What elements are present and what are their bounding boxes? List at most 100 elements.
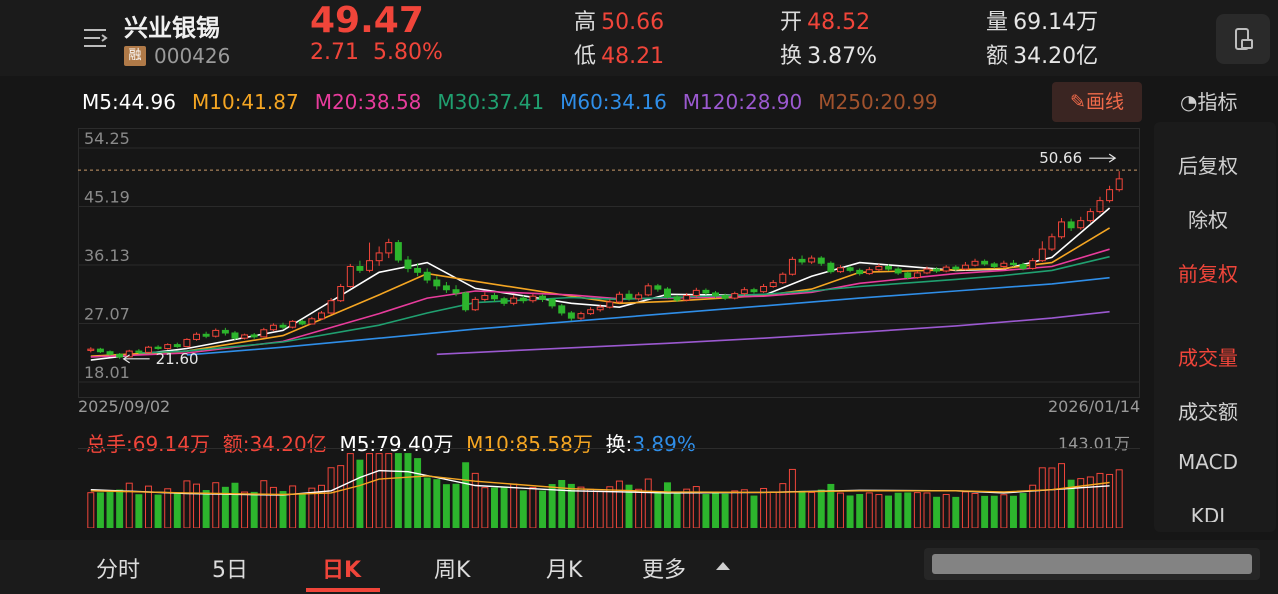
menu-icon[interactable] (82, 26, 110, 50)
volume-bar (577, 486, 585, 528)
candle (846, 265, 854, 273)
volume-bar (414, 458, 422, 528)
candle (529, 293, 537, 303)
volume-bar (635, 488, 643, 528)
period-tab[interactable]: 周K (434, 552, 470, 584)
candle (269, 323, 277, 332)
period-tab[interactable]: 月K (546, 552, 582, 584)
volume-bar (96, 492, 104, 528)
stock-name: 兴业银锡 (124, 14, 220, 42)
side-menu-item[interactable]: 成交额 (1154, 396, 1262, 425)
ma-legend-item: M250:20.99 (818, 90, 938, 114)
volume-bar (289, 485, 297, 528)
side-menu-item[interactable]: 前复权 (1154, 258, 1262, 287)
volume-bar (702, 494, 710, 528)
volume-bar (366, 453, 374, 528)
volume-bar (606, 486, 614, 528)
candle (587, 307, 595, 315)
candle (221, 327, 229, 336)
volume-bar (683, 488, 691, 528)
volume-bar (327, 467, 335, 528)
side-menu-item[interactable]: 后复权 (1154, 150, 1262, 179)
volume-bar (346, 453, 354, 528)
volume-bar (548, 484, 556, 528)
volume-bar (183, 480, 191, 528)
candle (1048, 233, 1056, 251)
candle (894, 267, 902, 275)
ma-legend-item: M10:41.87 (191, 90, 299, 114)
period-tab[interactable]: 更多 (642, 552, 686, 584)
volume-bar (116, 489, 124, 528)
volume-bar (404, 453, 412, 528)
candle (356, 260, 364, 273)
candle (183, 338, 191, 348)
candle (971, 258, 979, 267)
high-marker-label: 50.66 (1039, 149, 1082, 167)
candle (500, 296, 508, 306)
volume-bar (385, 453, 393, 528)
volume-bar (663, 482, 671, 528)
volume-bar (981, 495, 989, 528)
ma-legend-item: M5:44.96 (82, 90, 176, 114)
candle (625, 290, 633, 301)
candle (462, 291, 470, 312)
volume-bar (875, 494, 883, 528)
amount-label: 额 (986, 44, 1009, 69)
candle (1000, 260, 1008, 268)
draw-line-button[interactable]: ✎画线 (1052, 82, 1142, 122)
volume-chart[interactable] (78, 448, 1140, 528)
watermark (924, 542, 1260, 586)
volume-bar (442, 484, 450, 528)
candle (779, 272, 787, 284)
change-percent: 5.80% (372, 40, 443, 65)
side-menu-item[interactable]: MACD (1154, 450, 1262, 474)
pencil-icon: ✎ (1070, 91, 1086, 113)
period-tab[interactable]: 5日 (212, 552, 248, 584)
volume-bar (154, 494, 162, 528)
candle (836, 265, 844, 273)
volume-bar (760, 487, 768, 528)
candle (144, 345, 152, 354)
landscape-toggle-button[interactable] (1216, 14, 1270, 64)
turnover-value: 3.87% (807, 44, 877, 69)
volume-stat: 量 69.14万 (986, 4, 1098, 36)
candle (385, 238, 393, 259)
high-stat: 高 50.66 (574, 4, 664, 36)
open-value: 48.52 (807, 10, 871, 35)
side-menu-item[interactable]: 成交量 (1154, 342, 1262, 371)
volume-bar (942, 493, 950, 528)
volume-bar (202, 490, 210, 528)
candle (577, 311, 585, 321)
volume-bar (298, 493, 306, 528)
amount-value: 34.20亿 (1013, 44, 1099, 69)
candle (471, 296, 479, 312)
ma-legend-item: M30:37.41 (437, 90, 545, 114)
side-menu-item[interactable]: KDJ (1154, 504, 1262, 522)
volume-bar (904, 492, 912, 528)
candle (308, 316, 316, 325)
indicator-button[interactable]: ◔指标 (1180, 86, 1237, 115)
candle (1058, 218, 1066, 239)
volume-bar (1038, 467, 1046, 528)
end-date: 2026/01/14 (1048, 397, 1141, 416)
side-menu-item[interactable]: 除权 (1154, 204, 1262, 233)
caret-up-icon[interactable] (716, 562, 730, 570)
candle (539, 294, 547, 302)
period-tab[interactable]: 分时 (96, 552, 140, 584)
volume-bar (865, 492, 873, 528)
volume-bar (433, 479, 441, 528)
volume-bar (596, 490, 604, 528)
volume-bar (836, 492, 844, 528)
volume-bar (933, 496, 941, 528)
candlestick-chart[interactable]: 54.25 45.19 36.13 27.07 18.01 50.66 21.60 (78, 128, 1140, 398)
period-tab[interactable]: 日K (322, 552, 361, 584)
volume-bar (500, 487, 508, 528)
volume-bar (125, 482, 133, 528)
candle (423, 268, 431, 284)
volume-bar (394, 453, 402, 528)
volume-bar (481, 487, 489, 528)
candle (193, 332, 201, 341)
candle (548, 298, 556, 309)
candle (1096, 196, 1104, 214)
volume-bar (423, 477, 431, 528)
